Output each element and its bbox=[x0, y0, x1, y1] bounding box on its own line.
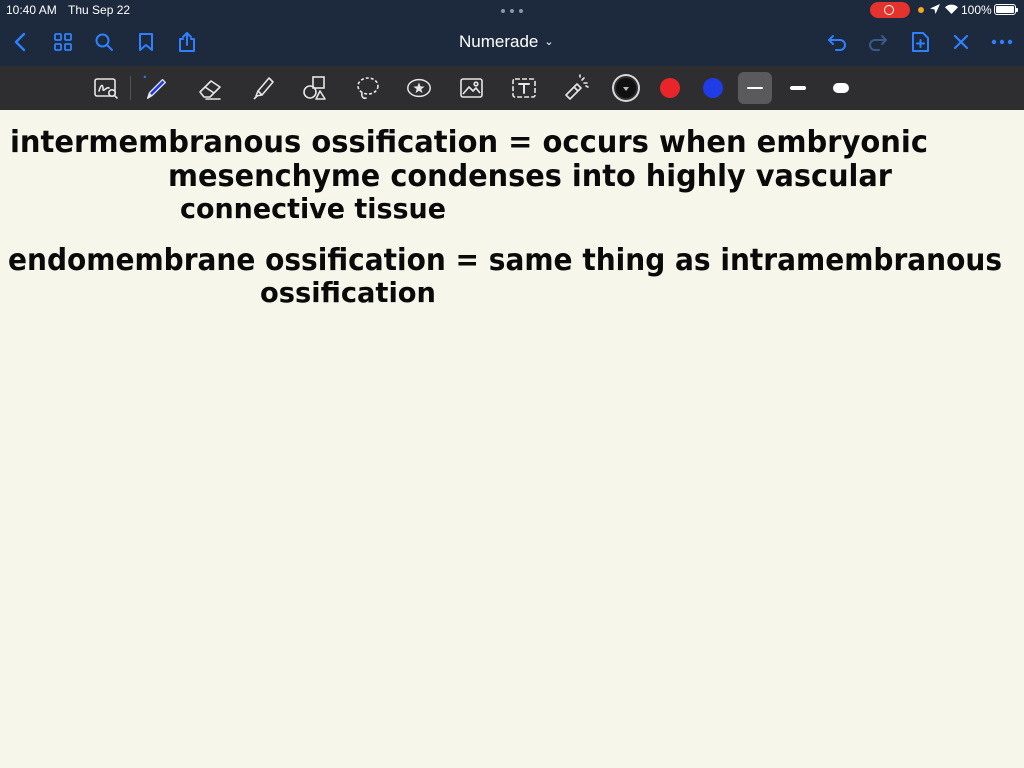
grid-icon[interactable] bbox=[50, 29, 76, 55]
stroke-thin-icon bbox=[747, 87, 763, 89]
bookmark-icon[interactable] bbox=[133, 29, 159, 55]
toolbar-divider bbox=[130, 76, 131, 100]
chevron-down-icon: ⌄ bbox=[544, 36, 554, 48]
note-page-canvas[interactable]: intermembranous ossification = occurs wh… bbox=[0, 110, 1024, 768]
highlighter-icon[interactable] bbox=[249, 74, 277, 102]
stroke-medium-button[interactable] bbox=[781, 72, 815, 104]
navigation-bar: Numerade ⌄ bbox=[0, 20, 1024, 66]
mic-indicator-icon bbox=[918, 7, 924, 13]
eraser-icon[interactable] bbox=[196, 74, 224, 102]
shapes-icon[interactable] bbox=[301, 74, 329, 102]
redo-icon[interactable] bbox=[865, 29, 891, 55]
color-red-swatch[interactable] bbox=[660, 78, 680, 98]
search-icon[interactable] bbox=[91, 29, 117, 55]
status-time: 10:40 AM bbox=[6, 3, 57, 17]
stroke-thick-button[interactable] bbox=[824, 72, 858, 104]
elements-icon[interactable] bbox=[405, 74, 433, 102]
color-blue-swatch[interactable] bbox=[703, 78, 723, 98]
battery-icon bbox=[994, 4, 1018, 15]
document-title: Numerade bbox=[459, 32, 539, 51]
zoom-window-icon[interactable] bbox=[92, 74, 120, 102]
status-date: Thu Sep 22 bbox=[68, 3, 131, 17]
multitasking-dots-icon[interactable] bbox=[501, 9, 523, 13]
laser-pointer-icon[interactable] bbox=[562, 74, 590, 102]
text-icon[interactable] bbox=[510, 74, 538, 102]
lasso-icon[interactable] bbox=[354, 74, 382, 102]
screen-record-icon[interactable] bbox=[870, 2, 910, 18]
note-line-4: endomembrane ossification = same thing a… bbox=[8, 243, 1002, 278]
note-line-1: intermembranous ossification = occurs wh… bbox=[10, 125, 928, 160]
close-icon[interactable] bbox=[948, 29, 974, 55]
pen-icon[interactable] bbox=[142, 74, 170, 102]
stroke-thick-icon bbox=[833, 83, 849, 93]
share-icon[interactable] bbox=[174, 29, 200, 55]
note-line-3: connective tissue bbox=[180, 192, 446, 225]
color-black-swatch[interactable] bbox=[616, 78, 636, 98]
tool-bar bbox=[0, 66, 1024, 110]
image-icon[interactable] bbox=[458, 74, 486, 102]
more-icon[interactable] bbox=[989, 29, 1015, 55]
wifi-icon bbox=[945, 4, 958, 14]
location-icon bbox=[930, 4, 940, 14]
document-title-menu[interactable]: Numerade ⌄ bbox=[459, 32, 554, 52]
stroke-thin-button[interactable] bbox=[738, 72, 772, 104]
status-bar: 10:40 AM Thu Sep 22 100% bbox=[0, 0, 1024, 20]
handwritten-notes: intermembranous ossification = occurs wh… bbox=[8, 125, 1002, 309]
battery-percentage: 100% bbox=[961, 3, 992, 17]
add-page-icon[interactable] bbox=[907, 29, 933, 55]
stroke-medium-icon bbox=[790, 86, 806, 90]
note-line-2: mesenchyme condenses into highly vascula… bbox=[168, 159, 892, 194]
undo-icon[interactable] bbox=[824, 29, 850, 55]
back-icon[interactable] bbox=[7, 29, 33, 55]
note-line-5: ossification bbox=[260, 276, 436, 309]
